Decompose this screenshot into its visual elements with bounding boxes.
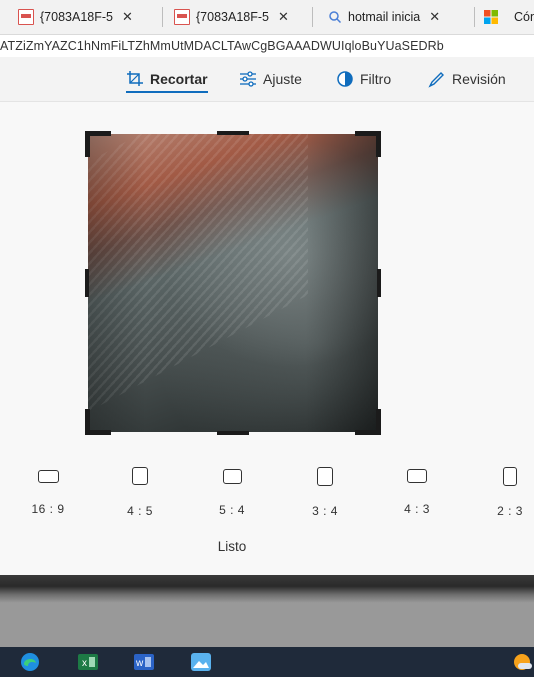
ratio-2-3[interactable]: 2 : 3 — [480, 467, 534, 518]
ratio-label: 5 : 4 — [219, 502, 245, 517]
editor-toolbar: Recortar Ajuste Filtro Revisión — [0, 57, 534, 102]
tab-title: Cón — [514, 10, 534, 24]
filter-icon — [337, 71, 353, 87]
crop-handle-top-left[interactable] — [85, 131, 90, 157]
done-button[interactable]: Listo — [200, 539, 264, 554]
background-overlay — [0, 603, 534, 647]
ratio-4-3-icon — [407, 469, 427, 483]
tab-close-button[interactable]: ✕ — [278, 9, 289, 25]
background-photo-strip — [0, 575, 534, 603]
crop-handle-bottom-right[interactable] — [376, 409, 381, 435]
excel-icon[interactable]: x — [78, 652, 98, 672]
browser-tab-bar: {7083A18F-5 ✕ {7083A18F-5 ✕ hotmail inic… — [0, 0, 534, 35]
ratio-16-9[interactable]: 16 : 9 — [18, 467, 78, 516]
tab-title: {7083A18F-5 — [40, 10, 113, 24]
ratio-label: 4 : 5 — [127, 504, 153, 518]
crop-handle-top-right[interactable] — [376, 131, 381, 157]
adjust-sliders-icon — [240, 71, 256, 87]
crop-handle-right[interactable] — [377, 269, 381, 297]
ratio-2-3-icon — [503, 467, 517, 486]
tab-filtro[interactable]: Filtro — [336, 57, 391, 101]
tab-pdf-1[interactable]: {7083A18F-5 ✕ — [18, 0, 133, 34]
word-icon[interactable]: w — [134, 652, 154, 672]
aspect-ratio-options: 16 : 9 4 : 5 5 : 4 3 : 4 4 : 3 2 : 3 — [0, 467, 534, 527]
tab-close-button[interactable]: ✕ — [122, 9, 133, 25]
ratio-5-4-icon — [222, 468, 242, 484]
ratio-3-4-icon — [317, 467, 333, 486]
photos-icon[interactable] — [191, 652, 211, 672]
photo-editor: Recortar Ajuste Filtro Revisión 16: 9 4… — [0, 57, 534, 575]
weather-icon[interactable] — [512, 652, 532, 672]
tab-separator — [312, 7, 313, 27]
tab-search[interactable]: hotmail inicia ✕ — [328, 0, 440, 34]
tab-microsoft[interactable]: Cón — [484, 0, 534, 34]
ratio-4-3[interactable]: 4 : 3 — [387, 467, 447, 516]
ratio-16-9-icon — [37, 470, 59, 483]
ratio-5-4[interactable]: 5 : 4 — [202, 467, 262, 517]
tab-close-button[interactable]: ✕ — [429, 9, 440, 25]
tool-label: Revisión — [452, 71, 506, 87]
tab-recortar[interactable]: Recortar — [126, 57, 208, 101]
crop-icon — [127, 71, 143, 86]
tab-ajuste[interactable]: Ajuste — [239, 57, 302, 101]
ratio-3-4[interactable]: 3 : 4 — [295, 467, 355, 518]
ratio-label: 16 : 9 — [31, 502, 65, 516]
ratio-4-5-icon — [132, 467, 148, 485]
search-icon — [329, 11, 342, 24]
ratio-label: 3 : 4 — [312, 504, 338, 518]
tab-title: {7083A18F-5 — [196, 10, 269, 24]
tab-title: hotmail inicia — [348, 10, 421, 24]
pen-icon — [428, 72, 444, 88]
ratio-4-5[interactable]: 4 : 5 — [110, 467, 170, 518]
pdf-icon — [18, 9, 34, 25]
tool-label: Filtro — [360, 71, 392, 87]
address-text: ATZiZmYAZC1hNmFiLTZhMmUtMDACLTAwCgBGAAAD… — [0, 39, 444, 53]
address-bar[interactable]: ATZiZmYAZC1hNmFiLTZhMmUtMDACLTAwCgBGAAAD… — [0, 35, 534, 57]
tool-label: Ajuste — [263, 71, 302, 87]
tool-label: Recortar — [150, 71, 208, 87]
active-tab-indicator — [126, 91, 208, 93]
crop-handle-bottom-left[interactable] — [85, 409, 90, 435]
tab-separator — [162, 7, 163, 27]
crop-area[interactable] — [85, 131, 381, 435]
photo-preview — [88, 134, 378, 432]
crop-handle-top[interactable] — [217, 131, 249, 135]
ratio-label: 2 : 3 — [497, 504, 523, 518]
tab-revision[interactable]: Revisión — [428, 57, 506, 101]
tab-separator — [474, 7, 475, 27]
svg-text:w: w — [135, 658, 144, 669]
tab-pdf-2[interactable]: {7083A18F-5 ✕ — [174, 0, 289, 34]
taskbar: x w — [0, 647, 534, 677]
crop-handle-left[interactable] — [85, 269, 89, 297]
microsoft-icon — [484, 10, 498, 24]
svg-text:x: x — [82, 658, 87, 669]
ratio-label: 4 : 3 — [404, 502, 430, 516]
pdf-icon — [174, 9, 190, 25]
edge-icon[interactable] — [20, 652, 40, 672]
crop-handle-bottom[interactable] — [217, 431, 249, 435]
